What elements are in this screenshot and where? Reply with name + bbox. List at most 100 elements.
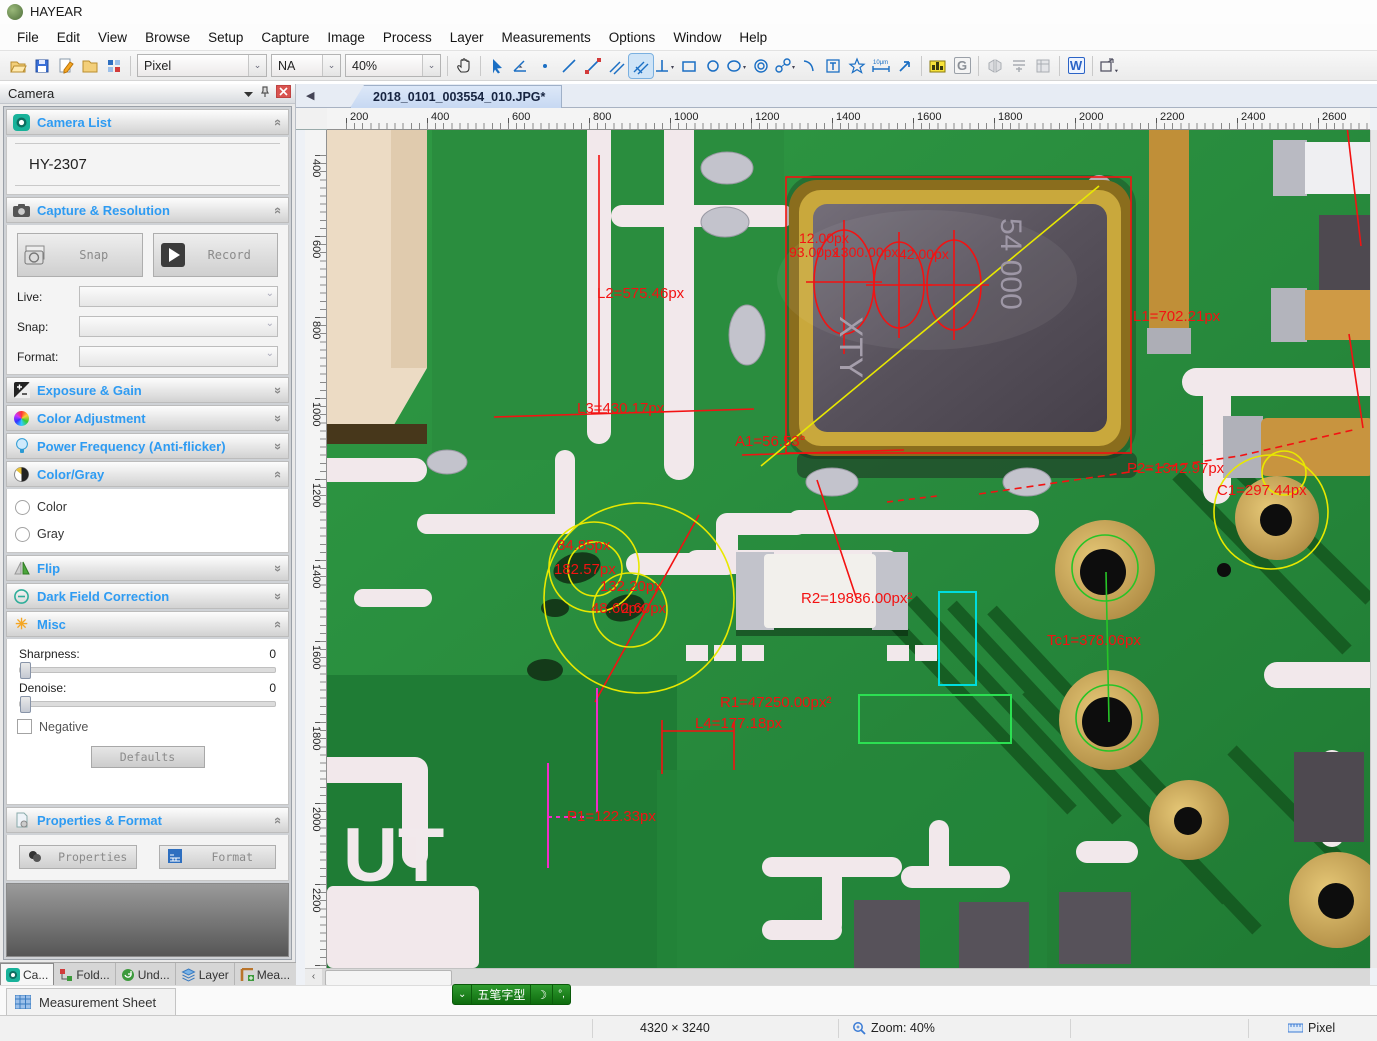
select-arrow-icon[interactable] <box>485 54 509 78</box>
dock-tab-measure[interactable]: Mea... <box>235 963 295 986</box>
format-button[interactable]: Format <box>159 845 277 869</box>
measurement-label-p1[interactable]: P1=122.33px <box>567 808 656 825</box>
dock-tab-undo[interactable]: Und... <box>116 963 176 986</box>
browse-folder-icon[interactable] <box>78 54 102 78</box>
ime-punctuation-icon[interactable]: °, <box>552 985 570 1004</box>
measurement-label-e93[interactable]: 93.00px <box>789 244 839 260</box>
dock-tab-layer[interactable]: Layer <box>176 963 235 986</box>
concentric-circles-tool-icon[interactable] <box>749 54 773 78</box>
edit-image-icon[interactable] <box>54 54 78 78</box>
parallel-measure-tool-icon[interactable] <box>629 54 653 78</box>
polyline-tool-icon[interactable] <box>581 54 605 78</box>
menu-item-process[interactable]: Process <box>374 27 441 48</box>
two-circles-tool-icon[interactable] <box>773 54 797 78</box>
negative-checkbox-row[interactable]: Negative <box>17 719 288 734</box>
menu-item-options[interactable]: Options <box>600 27 665 48</box>
pcb-image-viewport[interactable]: 54 000XTYUT L2=575.46pxL3=430.17pxA1=56.… <box>327 130 1370 968</box>
ime-chevron-icon[interactable]: ⌄ <box>453 985 471 1004</box>
dock-tab-folders[interactable]: Fold... <box>54 963 115 986</box>
section-header-power-frequency[interactable]: Power Frequency (Anti-flicker) » <box>6 433 289 459</box>
arc-tool-icon[interactable] <box>797 54 821 78</box>
menu-item-view[interactable]: View <box>89 27 136 48</box>
menu-item-setup[interactable]: Setup <box>199 27 252 48</box>
section-header-color-gray[interactable]: Color/Gray « <box>6 461 289 487</box>
menu-item-file[interactable]: File <box>8 27 48 48</box>
line-tool-icon[interactable] <box>557 54 581 78</box>
section-header-capture-resolution[interactable]: Capture & Resolution « <box>6 197 289 223</box>
menu-item-help[interactable]: Help <box>730 27 776 48</box>
expand-icon[interactable]: » <box>271 564 286 571</box>
measurement-label-p2[interactable]: P2=1342.97px <box>1127 460 1224 477</box>
menu-item-image[interactable]: Image <box>318 27 374 48</box>
scrollbar-thumb[interactable] <box>325 970 452 986</box>
objective-combobox[interactable]: NA⌄ <box>271 54 341 77</box>
snap-button[interactable]: Snap <box>17 233 143 277</box>
vertical-scrollbar[interactable] <box>1370 130 1377 968</box>
section-header-flip[interactable]: Flip » <box>6 555 289 581</box>
rectangle-tool-icon[interactable] <box>677 54 701 78</box>
sharpness-slider[interactable] <box>19 667 276 673</box>
measurement-label-cc132[interactable]: 132.20px <box>600 578 662 595</box>
camera-list-item[interactable]: HY-2307 <box>15 143 280 186</box>
pan-hand-icon[interactable] <box>452 54 476 78</box>
color-radio[interactable] <box>15 500 30 515</box>
zoom-combobox[interactable]: 40%⌄ <box>345 54 441 77</box>
measurement-label-l2[interactable]: L2=575.46px <box>597 285 684 302</box>
unit-combobox[interactable]: Pixel⌄ <box>137 54 267 77</box>
chevron-down-icon[interactable]: ⌄ <box>422 55 440 76</box>
panel-pin-icon[interactable] <box>260 85 270 103</box>
denoise-slider[interactable] <box>19 701 276 707</box>
measurement-label-c1[interactable]: C1=297.44px <box>1217 482 1307 499</box>
circle-tool-icon[interactable] <box>701 54 725 78</box>
defaults-button[interactable]: Defaults <box>91 746 205 768</box>
ellipse-tool-icon[interactable] <box>725 54 749 78</box>
collapse-icon[interactable]: « <box>271 206 286 213</box>
arrow-annotation-icon[interactable] <box>893 54 917 78</box>
expand-icon[interactable]: » <box>271 442 286 449</box>
scroll-left-icon[interactable]: ‹ <box>305 969 322 985</box>
angle-tool-icon[interactable] <box>509 54 533 78</box>
export-word-icon[interactable]: W <box>1064 54 1088 78</box>
negative-checkbox[interactable] <box>17 719 32 734</box>
grayscale-icon[interactable]: G <box>950 54 974 78</box>
scalebar-10um-icon[interactable]: 10μm <box>869 54 893 78</box>
snap-combobox[interactable] <box>79 316 278 337</box>
parallel-lines-tool-icon[interactable] <box>605 54 629 78</box>
live-combobox[interactable] <box>79 286 278 307</box>
menu-item-edit[interactable]: Edit <box>48 27 89 48</box>
ime-halfmoon-icon[interactable]: ☽ <box>530 985 552 1004</box>
section-header-misc[interactable]: ✳ Misc « <box>6 611 289 637</box>
collapse-icon[interactable]: « <box>271 118 286 125</box>
measurement-label-r1[interactable]: R1=47250.00px² <box>720 694 831 711</box>
menu-item-measurements[interactable]: Measurements <box>492 27 599 48</box>
section-header-color-adjustment[interactable]: Color Adjustment » <box>6 405 289 431</box>
new-window-icon[interactable] <box>1097 54 1121 78</box>
gray-radio-row[interactable]: Gray <box>15 525 288 543</box>
properties-button[interactable]: Properties <box>19 845 137 869</box>
save-icon[interactable] <box>30 54 54 78</box>
collapse-icon[interactable]: « <box>271 816 286 823</box>
menu-item-browse[interactable]: Browse <box>136 27 199 48</box>
measurement-label-a1[interactable]: A1=56.53° <box>735 433 806 450</box>
menu-item-window[interactable]: Window <box>664 27 730 48</box>
section-header-camera-list[interactable]: Camera List « <box>6 109 289 135</box>
point-tool-icon[interactable] <box>533 54 557 78</box>
measurement-label-l3[interactable]: L3=430.17px <box>577 400 664 417</box>
expand-icon[interactable]: » <box>271 414 286 421</box>
measurement-label-e42[interactable]: 42.00px <box>899 246 949 262</box>
slider-thumb[interactable] <box>20 696 31 713</box>
measurement-label-cc260[interactable]: 2.60px <box>621 600 666 617</box>
open-file-icon[interactable] <box>6 54 30 78</box>
capture-layout-icon[interactable] <box>102 54 126 78</box>
measurement-label-tc1[interactable]: Tc1=378.06px <box>1047 632 1141 649</box>
menu-item-layer[interactable]: Layer <box>441 27 493 48</box>
expand-icon[interactable]: » <box>271 386 286 393</box>
format-combobox[interactable] <box>79 346 278 367</box>
chevron-down-icon[interactable]: ⌄ <box>248 55 266 76</box>
measurement-label-l4[interactable]: L4=177.18px <box>695 715 782 732</box>
measurement-label-l1[interactable]: L1=702.21px <box>1133 308 1220 325</box>
horizontal-scrollbar[interactable]: ‹ <box>305 968 1370 985</box>
gray-radio[interactable] <box>15 527 30 542</box>
menu-item-capture[interactable]: Capture <box>252 27 318 48</box>
section-header-exposure-gain[interactable]: Exposure & Gain » <box>6 377 289 403</box>
